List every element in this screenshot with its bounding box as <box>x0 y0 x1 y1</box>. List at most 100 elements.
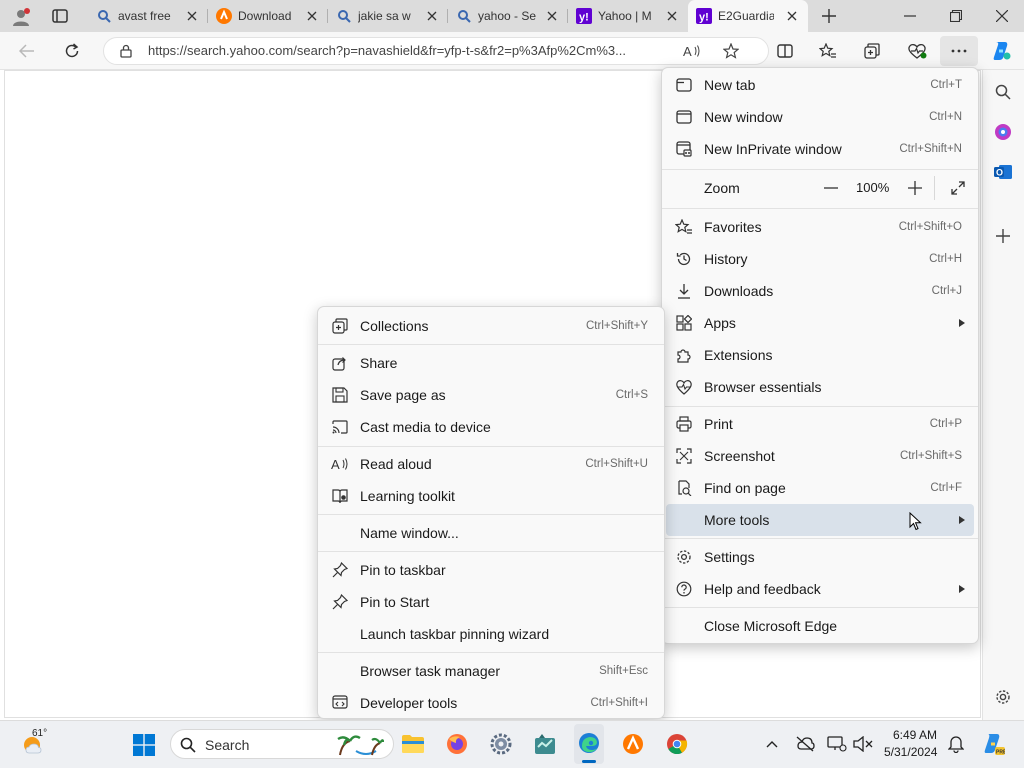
sidebar-add-icon[interactable] <box>993 226 1013 246</box>
profile-avatar-icon[interactable] <box>10 6 32 28</box>
menu-item-cast-media[interactable]: Cast media to device <box>322 411 660 443</box>
tab-yahoo-search[interactable]: yahoo - Se <box>448 0 566 32</box>
menu-item-new-inprivate-window[interactable]: New InPrivate window Ctrl+Shift+N <box>666 133 974 165</box>
tab-e2guardian-active[interactable]: y! E2Guardia <box>688 0 808 32</box>
taskbar-search-placeholder: Search <box>205 737 250 753</box>
minimize-icon[interactable] <box>898 6 922 26</box>
sidebar-settings-gear-icon[interactable] <box>993 687 1013 707</box>
sidebar-outlook-icon[interactable]: O <box>993 162 1013 182</box>
menu-item-apps[interactable]: Apps <box>666 307 974 339</box>
tab-download[interactable]: Download <box>208 0 326 32</box>
show-hidden-icons-chevron-icon[interactable] <box>764 737 780 751</box>
menu-item-browser-task-manager[interactable]: Browser task manager Shift+Esc <box>322 655 660 687</box>
menu-item-share[interactable]: Share <box>322 347 660 379</box>
settings-and-more-button[interactable] <box>940 36 978 66</box>
edge-taskbar-button[interactable] <box>574 724 604 764</box>
menu-item-downloads[interactable]: Downloads Ctrl+J <box>666 275 974 307</box>
tab-title: Download <box>238 9 292 23</box>
tab-bar: avast free Download jakie sa w yahoo - S… <box>0 0 1024 32</box>
menu-item-print[interactable]: Print Ctrl+P <box>666 408 974 440</box>
menu-item-learning-toolkit[interactable]: Learning toolkit <box>322 480 660 512</box>
close-window-icon[interactable] <box>990 6 1014 26</box>
menu-label: Screenshot <box>704 448 775 464</box>
menu-label: Cast media to device <box>360 419 491 435</box>
screenshot-icon <box>675 447 693 465</box>
volume-muted-icon[interactable] <box>852 734 874 754</box>
fullscreen-icon[interactable] <box>948 180 968 196</box>
favorites-bar-icon[interactable] <box>817 40 839 62</box>
settings-app-icon[interactable] <box>488 731 514 757</box>
tab-close-icon[interactable] <box>544 8 560 24</box>
browser-essentials-icon[interactable] <box>905 40 929 62</box>
split-screen-icon[interactable] <box>774 40 796 62</box>
menu-label: Pin to taskbar <box>360 562 446 578</box>
tab-jakie-sa[interactable]: jakie sa w <box>328 0 446 32</box>
inprivate-icon <box>675 140 693 158</box>
search-icon <box>96 8 112 24</box>
copilot-preview-icon[interactable]: PRE <box>980 731 1006 757</box>
tab-avast-free[interactable]: avast free <box>88 0 206 32</box>
task-app-icon[interactable] <box>532 731 558 757</box>
menu-label: Settings <box>704 549 755 565</box>
menu-item-pin-to-start[interactable]: Pin to Start <box>322 586 660 618</box>
menu-item-favorites[interactable]: Favorites Ctrl+Shift+O <box>666 211 974 243</box>
developer-tools-icon <box>331 694 349 712</box>
menu-shortcut: Ctrl+Shift+Y <box>586 320 648 332</box>
menu-divider <box>662 169 978 170</box>
display-icon[interactable] <box>826 734 848 754</box>
favorites-icon <box>675 218 693 236</box>
refresh-icon[interactable] <box>61 40 83 62</box>
copilot-icon[interactable] <box>988 39 1014 63</box>
menu-item-save-page-as[interactable]: Save page as Ctrl+S <box>322 379 660 411</box>
avast-taskbar-icon[interactable] <box>620 731 646 757</box>
menu-item-read-aloud[interactable]: A Read aloud Ctrl+Shift+U <box>322 448 660 480</box>
menu-item-find-on-page[interactable]: Find on page Ctrl+F <box>666 472 974 504</box>
zoom-in-plus-icon[interactable] <box>905 180 925 196</box>
file-explorer-icon[interactable] <box>400 732 426 756</box>
tab-close-icon[interactable] <box>664 8 680 24</box>
back-arrow-icon[interactable] <box>16 41 38 61</box>
tab-close-icon[interactable] <box>424 8 440 24</box>
sidebar-copilot-icon[interactable] <box>993 122 1013 142</box>
tab-close-icon[interactable] <box>304 8 320 24</box>
workspaces-icon[interactable] <box>50 7 70 25</box>
tab-yahoo-mail[interactable]: y! Yahoo | M <box>568 0 686 32</box>
menu-item-help-and-feedback[interactable]: Help and feedback <box>666 573 974 605</box>
zoom-out-minus-icon[interactable] <box>821 180 841 196</box>
menu-item-name-window[interactable]: Name window... <box>322 517 660 549</box>
menu-item-zoom: Zoom 100% <box>666 172 974 204</box>
menu-item-screenshot[interactable]: Screenshot Ctrl+Shift+S <box>666 440 974 472</box>
collections-toolbar-icon[interactable] <box>861 40 883 62</box>
menu-item-extensions[interactable]: Extensions <box>666 339 974 371</box>
menu-item-settings[interactable]: Settings <box>666 541 974 573</box>
network-disconnected-icon[interactable] <box>794 734 816 754</box>
lock-icon[interactable] <box>118 43 134 59</box>
sidebar-search-icon[interactable] <box>993 82 1013 102</box>
menu-label: Developer tools <box>360 695 458 711</box>
tab-title: E2Guardia <box>718 9 774 23</box>
menu-item-developer-tools[interactable]: Developer tools Ctrl+Shift+I <box>322 687 660 719</box>
firefox-icon[interactable] <box>444 732 470 756</box>
clock-date[interactable]: 5/31/2024 <box>884 745 937 759</box>
menu-item-history[interactable]: History Ctrl+H <box>666 243 974 275</box>
notification-bell-icon[interactable] <box>946 734 966 754</box>
menu-item-more-tools[interactable]: More tools <box>666 504 974 536</box>
restore-icon[interactable] <box>944 6 968 26</box>
tab-close-icon[interactable] <box>184 8 200 24</box>
windows-start-icon[interactable] <box>132 733 156 757</box>
menu-item-new-window[interactable]: New window Ctrl+N <box>666 101 974 133</box>
add-favorite-star-icon[interactable] <box>721 42 741 60</box>
menu-item-pin-to-taskbar[interactable]: Pin to taskbar <box>322 554 660 586</box>
new-tab-plus-icon[interactable] <box>818 6 840 26</box>
tab-close-icon[interactable] <box>784 8 800 24</box>
menu-item-launch-pinning-wizard[interactable]: Launch taskbar pinning wizard <box>322 618 660 650</box>
chrome-icon[interactable] <box>664 731 690 757</box>
menu-item-collections[interactable]: Collections Ctrl+Shift+Y <box>322 310 660 342</box>
taskbar-search-box[interactable]: Search <box>170 729 394 759</box>
read-aloud-address-icon[interactable]: A <box>682 42 702 60</box>
menu-item-browser-essentials[interactable]: Browser essentials <box>666 371 974 403</box>
menu-item-new-tab[interactable]: New tab Ctrl+T <box>666 69 974 101</box>
menu-item-close-microsoft-edge[interactable]: Close Microsoft Edge <box>666 610 974 642</box>
clock-time[interactable]: 6:49 AM <box>893 728 937 742</box>
menu-divider <box>318 514 664 515</box>
